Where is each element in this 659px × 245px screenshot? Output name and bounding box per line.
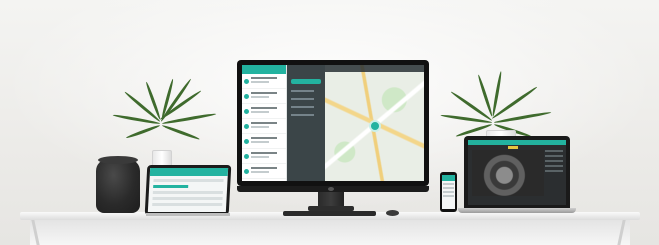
status-dot xyxy=(244,168,249,174)
map-pin-icon xyxy=(369,120,381,132)
nav-item xyxy=(291,98,314,100)
nav-item-active xyxy=(291,79,322,84)
status-badge xyxy=(508,146,518,149)
phone-app-header xyxy=(442,175,455,181)
product-showcase-scene xyxy=(0,0,659,245)
list-item xyxy=(242,149,286,164)
smart-speaker xyxy=(96,159,140,213)
phone-line xyxy=(443,183,454,185)
app-list-header xyxy=(242,65,286,74)
map-topbar xyxy=(325,65,424,72)
laptop-base xyxy=(458,208,576,213)
plant-leaf xyxy=(161,124,201,141)
nav-item xyxy=(291,90,314,92)
mouse xyxy=(386,210,399,216)
left-plant xyxy=(112,58,230,168)
list-item xyxy=(242,164,286,179)
phone-line xyxy=(443,187,454,189)
keyboard xyxy=(283,211,376,216)
laptop-side-panel xyxy=(545,150,563,175)
laptop-app-header xyxy=(468,140,566,145)
apple-logo-icon xyxy=(328,187,334,191)
plant-leaf xyxy=(125,124,161,140)
status-dot xyxy=(244,153,249,159)
laptop-device xyxy=(464,136,570,208)
tablet-row xyxy=(152,203,223,206)
desktop-monitor xyxy=(237,60,429,186)
tablet-row xyxy=(152,191,223,194)
tablet-screen xyxy=(147,168,229,212)
status-dot xyxy=(244,138,249,144)
tablet-row xyxy=(153,185,189,188)
monitor-stand-neck xyxy=(318,192,344,207)
status-dot xyxy=(244,123,249,129)
phone-line xyxy=(443,195,454,197)
tablet-app-header xyxy=(149,168,229,176)
plant-leaf xyxy=(161,112,217,125)
list-item xyxy=(242,134,286,149)
map-view xyxy=(325,65,424,181)
phone-line xyxy=(443,191,454,193)
status-dot xyxy=(244,78,249,84)
desk-front xyxy=(30,220,630,245)
list-item xyxy=(242,89,286,104)
nav-title xyxy=(287,65,325,73)
phone-screen xyxy=(442,175,455,209)
nav-item xyxy=(291,114,314,116)
tablet-row xyxy=(152,197,223,200)
speaker-top xyxy=(98,156,138,164)
monitor-screen xyxy=(242,65,424,181)
list-item xyxy=(242,74,286,89)
app-nav-panel xyxy=(287,65,325,181)
status-dot xyxy=(244,108,249,114)
laptop-screen xyxy=(468,140,566,205)
phone-device xyxy=(440,172,457,212)
list-item xyxy=(242,119,286,134)
list-item xyxy=(242,104,286,119)
tablet-device xyxy=(144,165,232,215)
plant-leaf xyxy=(493,110,552,124)
camera-feed xyxy=(472,150,544,196)
status-dot xyxy=(244,93,249,99)
tablet-row xyxy=(153,179,224,182)
nav-item xyxy=(291,106,314,108)
tablet-stand xyxy=(146,213,230,216)
app-list-panel xyxy=(242,65,287,181)
